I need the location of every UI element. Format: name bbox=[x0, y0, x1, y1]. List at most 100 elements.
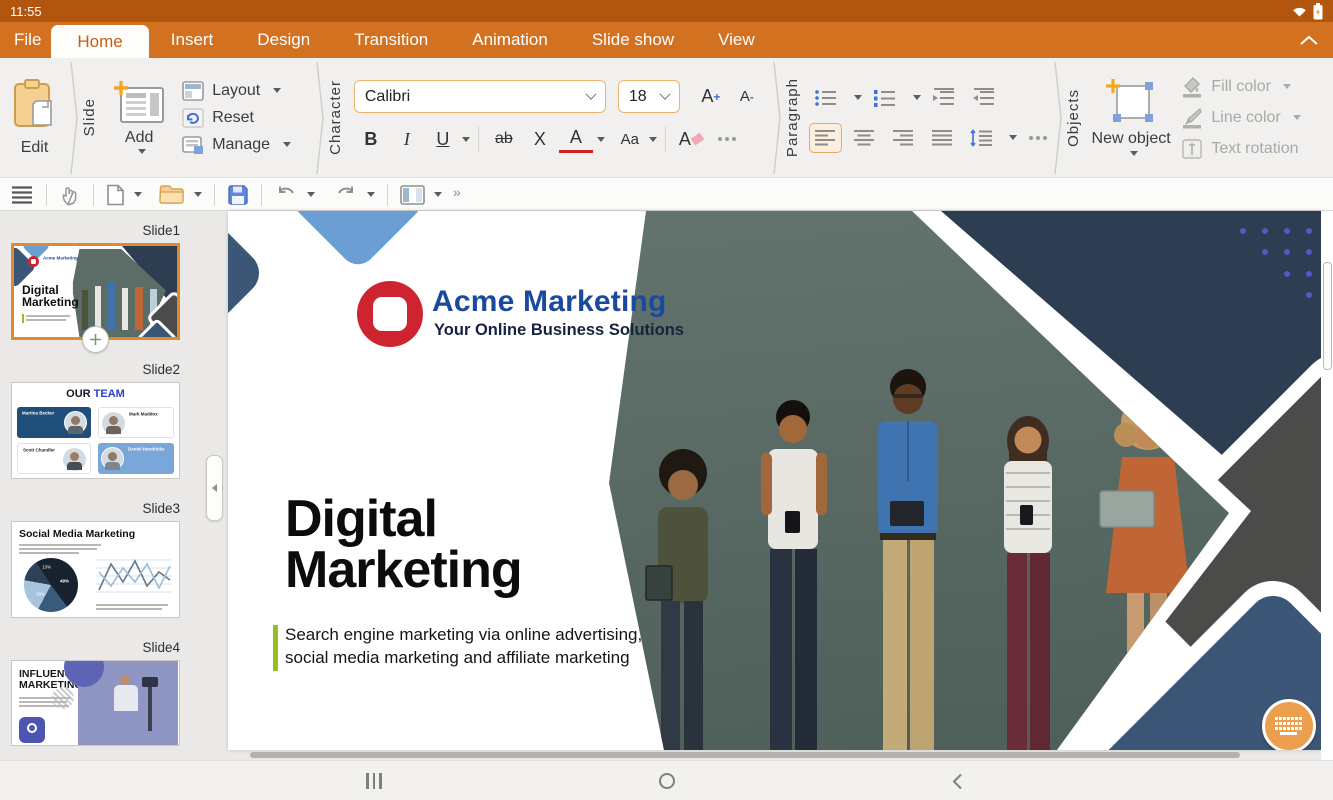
superscript-button[interactable]: X bbox=[523, 123, 557, 155]
layout-caret-icon bbox=[273, 88, 281, 97]
slide2-label: Slide2 bbox=[0, 362, 180, 377]
italic-button[interactable]: I bbox=[390, 123, 424, 155]
justify-icon bbox=[931, 129, 953, 147]
undo-caret-icon bbox=[307, 192, 315, 201]
add-slide-button[interactable]: Add bbox=[100, 58, 178, 177]
wifi-icon bbox=[1291, 4, 1308, 18]
fill-color-button[interactable]: Fill color bbox=[1180, 76, 1291, 98]
strikethrough-button[interactable]: ab bbox=[487, 123, 521, 155]
bold-button[interactable]: B bbox=[354, 123, 388, 155]
vertical-scrollbar[interactable] bbox=[1323, 262, 1332, 370]
tab-slide-show[interactable]: Slide show bbox=[570, 22, 696, 58]
tab-design[interactable]: Design bbox=[235, 22, 332, 58]
collapse-ribbon-icon[interactable] bbox=[1299, 35, 1319, 46]
save-icon bbox=[227, 184, 249, 206]
align-left-button[interactable] bbox=[809, 123, 842, 153]
slide-body-line2: social media marketing and affiliate mar… bbox=[285, 646, 642, 669]
underline-label: U bbox=[436, 129, 449, 150]
new-document-button[interactable] bbox=[106, 184, 142, 206]
underline-caret-icon bbox=[462, 137, 470, 146]
slide-canvas[interactable]: Acme Marketing Your Online Business Solu… bbox=[228, 211, 1321, 750]
justify-button[interactable] bbox=[926, 123, 959, 153]
shrink-font-button[interactable]: A - bbox=[730, 81, 764, 113]
tab-view[interactable]: View bbox=[696, 22, 777, 58]
tab-animation[interactable]: Animation bbox=[450, 22, 570, 58]
grow-font-button[interactable]: A + bbox=[694, 81, 728, 113]
slide2-thumbnail[interactable]: OUR TEAM Martina Becker Mark Maddox Scot… bbox=[11, 382, 180, 479]
home-button[interactable] bbox=[659, 773, 675, 789]
keyboard-icon bbox=[1275, 717, 1303, 736]
clear-format-button[interactable]: A bbox=[674, 123, 708, 155]
hand-icon bbox=[59, 184, 81, 206]
numbered-list-button[interactable] bbox=[868, 83, 902, 113]
new-object-button[interactable]: New object bbox=[1084, 58, 1179, 177]
redo-button[interactable] bbox=[334, 185, 375, 205]
font-color-button[interactable]: A bbox=[559, 125, 593, 153]
new-object-caret-icon bbox=[1130, 151, 1138, 160]
save-button[interactable] bbox=[227, 184, 249, 206]
undo-button[interactable] bbox=[274, 185, 315, 205]
layout-button[interactable]: Layout bbox=[182, 81, 281, 101]
main-area: Slide1 Acme Marketing Digital Marketing bbox=[0, 211, 1333, 760]
logo-title: Acme Marketing bbox=[432, 285, 667, 319]
font-color-caret-icon bbox=[597, 137, 605, 146]
plus-icon bbox=[89, 333, 102, 346]
keyboard-fab-button[interactable] bbox=[1262, 699, 1316, 750]
line-spacing-button[interactable] bbox=[965, 123, 998, 153]
line-color-label: Line color bbox=[1211, 109, 1280, 127]
fill-color-label: Fill color bbox=[1211, 78, 1271, 96]
toolbar-more-button[interactable]: » bbox=[453, 184, 461, 200]
text-rotation-button[interactable]: Text rotation bbox=[1180, 138, 1298, 160]
panel-layout-button[interactable] bbox=[400, 185, 442, 205]
recent-apps-button[interactable] bbox=[366, 773, 382, 789]
bullet-list-button[interactable] bbox=[809, 83, 843, 113]
chevron-down-icon bbox=[659, 88, 670, 99]
horizontal-scrollbar[interactable] bbox=[250, 752, 1240, 758]
text-rotation-label: Text rotation bbox=[1211, 140, 1298, 158]
shrink-font-label: A bbox=[740, 88, 750, 105]
back-button[interactable] bbox=[952, 773, 963, 790]
decrease-indent-button[interactable] bbox=[967, 83, 1001, 113]
open-file-button[interactable] bbox=[159, 184, 202, 205]
edit-button[interactable]: Edit bbox=[0, 58, 69, 177]
more-character-options[interactable] bbox=[718, 137, 736, 141]
align-center-button[interactable] bbox=[848, 123, 881, 153]
underline-button[interactable]: U bbox=[426, 123, 460, 155]
manage-icon bbox=[182, 135, 204, 155]
thumb2-title-team: TEAM bbox=[94, 388, 125, 400]
change-case-button[interactable]: Aa bbox=[613, 123, 647, 155]
objects-group-label: Objects bbox=[1063, 89, 1084, 147]
decor-navy-diamond-left bbox=[228, 211, 268, 386]
slide4-thumbnail[interactable]: INFLUENCER MARKETING bbox=[11, 660, 180, 746]
manage-label: Manage bbox=[212, 136, 270, 154]
slide3-thumbnail[interactable]: Social Media Marketing 49% 18% 20% 13% bbox=[11, 521, 180, 618]
tab-file[interactable]: File bbox=[0, 22, 51, 58]
numbered-list-icon bbox=[873, 88, 897, 108]
slide-title[interactable]: Digital Marketing bbox=[285, 494, 522, 596]
folder-icon bbox=[159, 184, 185, 205]
add-slide-inline-button[interactable] bbox=[82, 326, 109, 353]
tab-insert[interactable]: Insert bbox=[149, 22, 236, 58]
ribbon: Edit Slide Add Layout bbox=[0, 58, 1333, 178]
reset-label: Reset bbox=[212, 109, 254, 127]
touch-mode-button[interactable] bbox=[59, 184, 81, 206]
manage-caret-icon bbox=[283, 142, 291, 151]
increase-indent-icon bbox=[932, 88, 956, 108]
view-options-button[interactable] bbox=[10, 185, 34, 205]
more-paragraph-options[interactable] bbox=[1029, 136, 1047, 140]
tab-transition[interactable]: Transition bbox=[332, 22, 450, 58]
reset-button[interactable]: Reset bbox=[182, 108, 254, 128]
align-right-button[interactable] bbox=[887, 123, 920, 153]
font-size-value: 18 bbox=[629, 88, 647, 106]
slide-body-text[interactable]: Search engine marketing via online adver… bbox=[285, 623, 642, 669]
panel-collapse-handle[interactable] bbox=[206, 455, 223, 521]
font-name-select[interactable]: Calibri bbox=[354, 80, 606, 113]
redo-icon bbox=[334, 185, 358, 205]
manage-button[interactable]: Manage bbox=[182, 135, 291, 155]
thumb2-member1: Martina Becker bbox=[22, 411, 53, 416]
tab-home[interactable]: Home bbox=[51, 25, 148, 58]
increase-indent-button[interactable] bbox=[927, 83, 961, 113]
font-size-select[interactable]: 18 bbox=[618, 80, 680, 113]
line-color-button[interactable]: Line color bbox=[1180, 107, 1300, 129]
line-spacing-icon bbox=[969, 129, 993, 147]
